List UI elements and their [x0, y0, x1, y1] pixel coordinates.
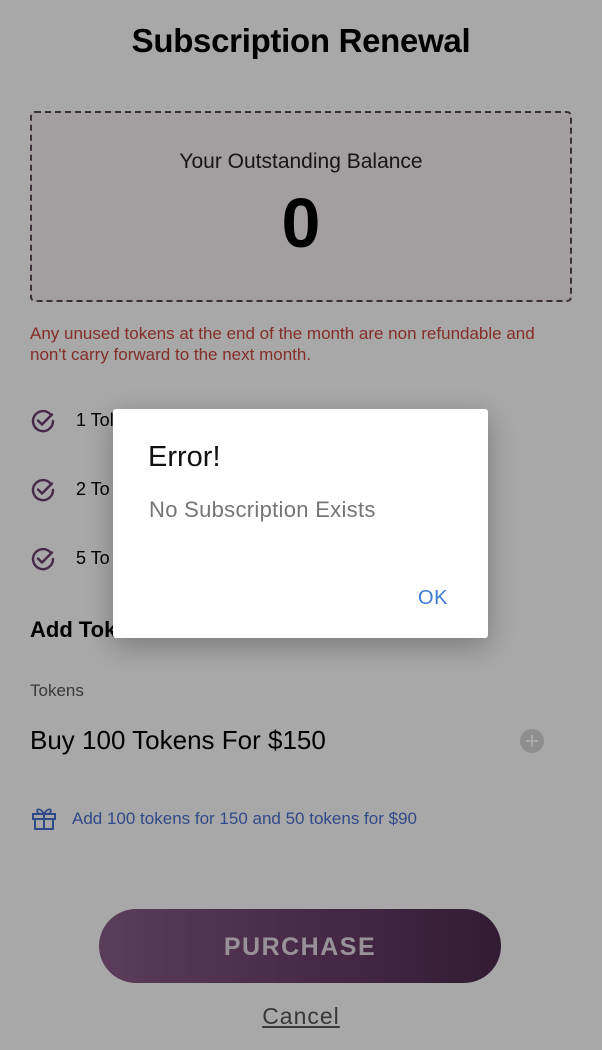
dialog-message: No Subscription Exists [149, 497, 376, 522]
error-dialog: Error! No Subscription Exists OK [113, 409, 488, 638]
ok-button[interactable]: OK [403, 583, 463, 613]
dialog-title: Error! [148, 441, 221, 473]
